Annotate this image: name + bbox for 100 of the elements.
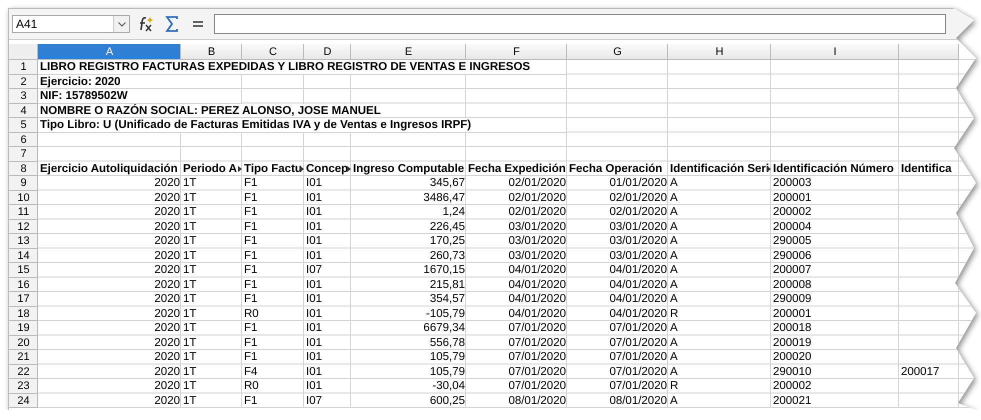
table-cell-text: 1T <box>182 263 198 278</box>
row-header[interactable]: 20 <box>9 336 38 350</box>
table-cell-text: 07/01/2020 <box>507 336 567 350</box>
table-cell-text: A <box>669 220 679 234</box>
column-header[interactable]: D <box>304 44 351 60</box>
row-header[interactable]: 7 <box>9 147 38 162</box>
table-cell-text: 1T <box>182 364 198 379</box>
table-cell-text: 07/01/2020 <box>608 336 668 350</box>
table-cell-text: 200003 <box>772 176 812 190</box>
table-cell-text: 07/01/2020 <box>507 364 567 379</box>
table-cell-text: 2020 <box>153 394 181 408</box>
table-cell-text: 03/01/2020 <box>608 220 668 234</box>
row-header[interactable]: 22 <box>9 364 38 379</box>
table-cell-text: 07/01/2020 <box>608 350 668 364</box>
table-cell-text: R0 <box>243 379 260 394</box>
column-header[interactable]: F <box>466 44 567 60</box>
table-cell-text: 03/01/2020 <box>507 248 567 263</box>
table-cell-text: 04/01/2020 <box>507 263 567 278</box>
table-cell-text: 215,81 <box>428 278 466 292</box>
table-cell-text: 200002 <box>772 379 812 394</box>
table-cell-text: 170,25 <box>428 234 466 248</box>
table-cell-text: I01 <box>305 350 323 364</box>
row-header[interactable]: 23 <box>9 379 38 394</box>
table-cell-text: 226,45 <box>428 220 466 234</box>
column-header[interactable]: C <box>242 44 304 60</box>
table-cell-text: 200021 <box>772 394 812 408</box>
table-cell-text: A <box>669 321 679 336</box>
row-header[interactable]: 4 <box>9 104 38 118</box>
table-cell-text: I01 <box>305 220 323 234</box>
row-header[interactable]: 5 <box>9 118 38 132</box>
table-cell-text: 04/01/2020 <box>608 263 668 278</box>
dropdown-button[interactable] <box>113 16 129 32</box>
table-cell-text: 200002 <box>772 205 812 220</box>
row-header[interactable]: 15 <box>9 263 38 278</box>
table-cell-text: 354,57 <box>428 292 466 306</box>
table-cell-text: 02/01/2020 <box>608 205 668 220</box>
column-header[interactable]: E <box>351 44 466 60</box>
table-cell-text: 2020 <box>153 176 181 190</box>
row-header[interactable]: 17 <box>9 292 38 306</box>
table-cell-text: 04/01/2020 <box>507 278 567 292</box>
title-cell: NIF: 15789502W <box>38 89 242 104</box>
table-cell-text: 3486,47 <box>422 190 466 205</box>
row-header[interactable]: 10 <box>9 190 38 205</box>
table-cell-text: 1T <box>182 176 198 190</box>
table-cell-text: 08/01/2020 <box>608 394 668 408</box>
row-header[interactable]: 3 <box>9 89 38 104</box>
row-header[interactable]: 6 <box>9 132 38 147</box>
name-box[interactable]: A41 <box>12 15 130 33</box>
column-title-cell: Concep <box>304 162 351 176</box>
column-header[interactable]: B <box>181 44 242 60</box>
table-cell-text: 2020 <box>153 190 181 205</box>
row-header[interactable]: 12 <box>9 220 38 234</box>
table-cell-text: 1T <box>182 306 198 321</box>
table-cell-text: 07/01/2020 <box>507 321 567 336</box>
table-cell-text: F1 <box>243 176 258 190</box>
row-header[interactable]: 19 <box>9 321 38 336</box>
table-cell-text: 1T <box>182 394 198 408</box>
column-title-cell-text: Ejercicio Autoliquidación <box>39 162 179 176</box>
table-cell-text: 2020 <box>153 263 181 278</box>
row-header[interactable]: 13 <box>9 234 38 248</box>
row-header[interactable]: 11 <box>9 205 38 220</box>
table-cell-text: 260,73 <box>428 248 466 263</box>
row-header[interactable]: 16 <box>9 278 38 292</box>
column-header[interactable]: G <box>567 44 668 60</box>
table-cell-text: 04/01/2020 <box>608 278 668 292</box>
column-title-cell-text: Fecha Expedición <box>467 162 567 176</box>
row-header[interactable]: 18 <box>9 306 38 321</box>
table-cell-text: 2020 <box>153 278 181 292</box>
table-cell-text: 1T <box>182 278 198 292</box>
table-cell-text: 200001 <box>772 306 812 321</box>
table-cell-text: 290006 <box>772 248 812 263</box>
table-cell-text: A <box>669 336 679 350</box>
table-cell-text: 04/01/2020 <box>608 292 668 306</box>
formula-input-field[interactable] <box>214 14 946 34</box>
table-cell-text: I01 <box>305 278 323 292</box>
table-cell-text: 1670,15 <box>422 263 466 278</box>
table-cell-text: A <box>669 190 679 205</box>
table-cell-text: 200008 <box>772 278 812 292</box>
table-cell-text: 200020 <box>772 350 812 364</box>
column-header[interactable]: H <box>668 44 771 60</box>
column-header[interactable]: A <box>38 44 181 60</box>
row-header[interactable]: 1 <box>9 60 38 74</box>
table-cell-text: I01 <box>305 336 323 350</box>
row-header[interactable]: 14 <box>9 248 38 263</box>
table-cell-text: 1T <box>182 234 198 248</box>
row-header[interactable]: 21 <box>9 350 38 364</box>
row-header[interactable]: 24 <box>9 394 38 408</box>
row-header[interactable]: 8 <box>9 162 38 176</box>
row-header[interactable]: 2 <box>9 74 38 89</box>
table-cell-text: I01 <box>305 292 323 306</box>
table-cell-text: A <box>669 176 679 190</box>
table-cell-text: 1T <box>182 292 198 306</box>
row-header[interactable]: 9 <box>9 176 38 190</box>
table-cell-text: 2020 <box>153 205 181 220</box>
table-cell-text: F1 <box>243 292 258 306</box>
table-cell-text: 1T <box>182 321 198 336</box>
column-header[interactable]: I <box>771 44 899 60</box>
table-cell-text: I01 <box>305 190 323 205</box>
table-cell-text: 6679,34 <box>422 321 466 336</box>
table-cell-text: F1 <box>243 234 258 248</box>
